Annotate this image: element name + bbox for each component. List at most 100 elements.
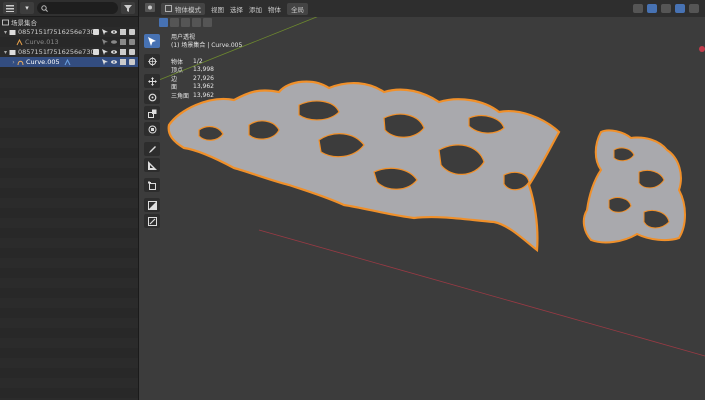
stat-row: 边 27,926 [171,74,215,83]
outliner-row-curve-013[interactable]: Curve.013 [0,37,138,47]
select-arrow-icon[interactable] [102,49,108,55]
select-box-tool[interactable] [144,34,160,48]
stat-key: 三角面 [171,92,190,100]
select-new-icon[interactable] [159,18,168,27]
visibility-eye-icon[interactable] [111,59,117,65]
search-input[interactable] [37,2,118,14]
viewport-scene[interactable] [139,0,705,400]
stat-value: 13,962 [193,91,214,99]
rotate-tool[interactable] [144,90,160,104]
image-tool[interactable] [144,198,160,212]
visibility-eye-icon[interactable] [111,29,117,35]
tool-shelf [144,34,160,228]
viewport-monitor-icon[interactable] [120,39,126,45]
outliner-header: ▾ [0,0,138,17]
viewport-header: 物体模式 视图 选择 添加 物体 全局 [139,0,705,17]
render-camera-icon[interactable] [129,39,135,45]
scale-tool[interactable] [144,106,160,120]
stat-value: 27,926 [193,74,214,82]
editor-type-icon[interactable] [145,3,155,14]
viewport-monitor-icon[interactable] [120,49,126,55]
move-tool[interactable] [144,74,160,88]
shading-solid-icon[interactable] [675,4,685,13]
select-intersect-icon[interactable] [203,18,212,27]
stat-row: 物体 1/2 [171,57,215,66]
transform-icon [148,125,156,133]
extra-tool[interactable] [144,214,160,228]
filter-icon[interactable] [121,2,135,14]
mode-selector[interactable]: 物体模式 [161,2,205,15]
select-extend-icon[interactable] [170,18,179,27]
exclude-checkbox-icon[interactable] [93,49,99,55]
menu-view[interactable]: 视图 [211,4,224,14]
outliner-row-collection-1[interactable]: ▾ 0857151f7516256e7303c [0,27,138,37]
viewport-monitor-icon[interactable] [120,59,126,65]
select-arrow-icon[interactable] [102,29,108,35]
ornament-main-shape[interactable] [167,80,561,253]
select-invert-icon[interactable] [192,18,201,27]
chevron-down-icon[interactable]: ▾ [2,49,9,56]
select-arrow-icon[interactable] [102,39,108,45]
curve-mesh-object-right[interactable] [582,129,686,244]
stat-value: 1/2 [193,57,203,65]
chevron-down-icon[interactable]: ▾ [2,29,9,36]
ornament-right-shape[interactable] [582,129,686,244]
editor-type-icon[interactable] [3,2,17,14]
select-subtract-icon[interactable] [181,18,190,27]
menu-add[interactable]: 添加 [249,4,262,14]
outliner-row-collection-2[interactable]: ▾ 0857151f7516256e7303c [0,47,138,57]
xray-toggle-icon[interactable] [661,4,671,13]
collection-icon [2,19,9,26]
visibility-eye-icon[interactable] [111,49,117,55]
cursor-icon [148,36,156,46]
navigation-gizmo-x-dot[interactable] [699,46,705,52]
collection-icon [9,49,16,56]
gizmo-toggle-icon[interactable] [633,4,643,13]
outliner-row-curve-005[interactable]: › Curve.005 [0,57,138,67]
render-camera-icon[interactable] [129,29,135,35]
outliner-item-label: Curve.013 [25,38,59,46]
outliner-item-label: 场景集合 [11,19,37,27]
curve-mesh-object[interactable] [167,80,561,253]
visibility-eye-icon[interactable] [111,39,117,45]
render-camera-icon[interactable] [129,49,135,55]
scene-statistics: 物体 1/2 顶点 13,998 边 27,926 面 13,962 三角面 13,962 [171,57,215,100]
stat-row: 面 13,962 [171,83,215,91]
render-camera-icon[interactable] [129,59,135,65]
curve-object-icon [17,59,24,66]
x-axis-line [258,229,705,357]
image-icon [147,200,157,210]
exclude-checkbox-icon[interactable] [93,29,99,35]
menu-select[interactable]: 选择 [230,4,243,14]
stat-value: 13,962 [193,83,214,91]
cursor-tool[interactable] [144,54,160,68]
viewport-monitor-icon[interactable] [120,29,126,35]
outliner-row-scene-collection[interactable]: 场景集合 [0,17,138,27]
3d-viewport[interactable]: 物体模式 视图 选择 添加 物体 全局 用户透视 (1) 场景集合 | Curv… [139,0,705,400]
shading-material-icon[interactable] [689,4,699,13]
annotate-tool[interactable] [144,142,160,156]
curve-data-icon [64,58,71,66]
pencil-icon [148,145,156,153]
outliner-panel: ▾ 场景集合 ▾ 0857151f7516256e7303c Curve.013 [0,0,139,400]
measure-tool[interactable] [144,158,160,172]
transform-tool[interactable] [144,122,160,136]
overlay-toggle-icon[interactable] [647,4,657,13]
stat-row: 顶点 13,998 [171,66,215,74]
chevron-right-icon[interactable]: › [10,59,17,66]
select-arrow-icon[interactable] [102,59,108,65]
transform-snap-icon [147,216,157,226]
outliner-item-label: Curve.005 [26,58,60,66]
transform-orientation-dropdown[interactable]: 全局 [287,2,308,15]
3d-cursor-icon [147,56,157,66]
move-icon [147,76,157,86]
add-cube-tool[interactable] [144,178,160,192]
scale-icon [147,109,156,118]
outliner-item-label: 0857151f7516256e7303c [18,48,96,56]
select-mode-toggles [159,18,212,29]
display-mode-button[interactable]: ▾ [20,2,34,14]
stat-value: 13,998 [193,66,214,74]
ruler-icon [147,160,157,170]
outliner-item-label: 0857151f7516256e7303c [18,28,96,36]
menu-object[interactable]: 物体 [268,4,281,14]
